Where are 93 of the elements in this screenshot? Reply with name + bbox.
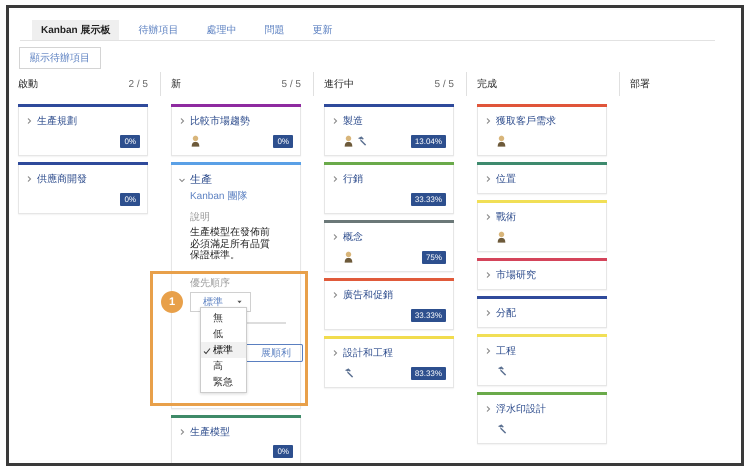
chevron-right-icon[interactable] (331, 291, 339, 299)
tab[interactable]: 更新 (303, 20, 342, 40)
chevron-right-icon[interactable] (178, 117, 186, 125)
description-text: 生產模型在發佈前必須滿足所有品質保證標準。 (190, 227, 271, 262)
card[interactable]: 浮水印設計 (477, 392, 607, 444)
column-count: 2 / 5 (128, 78, 148, 90)
card[interactable]: 位置 (477, 162, 607, 194)
card-title[interactable]: 製造 (343, 114, 363, 128)
card-title[interactable]: 供應商開發 (37, 172, 87, 186)
column-title: 進行中 (324, 78, 354, 91)
tab[interactable]: 問題 (255, 20, 294, 40)
card[interactable]: 供應商開發 0% (18, 162, 148, 214)
hammer-icon (496, 365, 507, 377)
chevron-right-icon[interactable] (25, 117, 33, 125)
card-title[interactable]: 比較市場趨勢 (190, 114, 250, 128)
card[interactable]: 市場研究 (477, 258, 607, 290)
progress-badge: 83.33% (410, 366, 446, 380)
card[interactable]: 行銷 33.33% (324, 162, 454, 214)
show-backlog-button[interactable]: 顯示待辦項目 (19, 47, 101, 69)
progress-badge: 33.33% (410, 308, 446, 322)
card-title[interactable]: 行銷 (343, 172, 363, 186)
card-title[interactable]: 生產 (190, 172, 212, 187)
check-icon (203, 346, 211, 354)
description-label: 說明 (190, 210, 211, 224)
card[interactable]: 生產模型 0% (171, 414, 301, 463)
progress-badge: 75% (422, 250, 446, 264)
chevron-down-icon[interactable] (178, 176, 186, 184)
chevron-right-icon[interactable] (484, 405, 492, 413)
column-title: 部署 (630, 78, 650, 91)
hammer-icon (496, 423, 507, 435)
priority-label: 優先順序 (190, 276, 230, 290)
card[interactable]: 分配 (477, 296, 607, 328)
hammer-icon (356, 135, 367, 147)
person-icon (343, 135, 354, 147)
card-title[interactable]: 位置 (496, 172, 516, 186)
card[interactable]: 生產規劃 0% (18, 104, 148, 156)
progress-badge: 0% (273, 445, 293, 458)
chevron-right-icon[interactable] (25, 175, 33, 183)
callout-badge: 1 (161, 291, 183, 313)
chevron-right-icon[interactable] (484, 309, 492, 317)
hammer-icon (343, 367, 354, 379)
chevron-right-icon[interactable] (484, 175, 492, 183)
tab[interactable]: Kanban 展示板 (32, 20, 120, 40)
card-title[interactable]: 生產模型 (190, 424, 230, 438)
card-title[interactable]: 獲取客戶需求 (496, 114, 556, 128)
card-title[interactable]: 設計和工程 (343, 346, 393, 360)
column-count: 5 / 5 (282, 78, 301, 90)
person-icon (496, 231, 507, 243)
card-title[interactable]: 概念 (343, 230, 363, 244)
card[interactable]: 工程 (477, 334, 607, 386)
card[interactable]: 戰術 (477, 200, 607, 252)
progress-badge: 0% (120, 134, 140, 148)
person-icon (496, 135, 507, 147)
column-title: 啟動 (18, 78, 38, 91)
chevron-right-icon[interactable] (484, 347, 492, 355)
chevron-right-icon[interactable] (484, 271, 492, 279)
team-link[interactable]: Kanban 團隊 (190, 189, 293, 203)
tab[interactable]: 待辦項目 (129, 20, 188, 40)
card[interactable]: 設計和工程 83.33% (324, 336, 454, 388)
card[interactable]: 製造 13.04% (324, 104, 454, 156)
column-count: 5 / 5 (434, 78, 454, 90)
menu-option[interactable]: 無 (201, 310, 246, 326)
column-title: 完成 (477, 78, 497, 91)
card-title[interactable]: 戰術 (496, 210, 516, 224)
person-icon (343, 251, 354, 263)
chevron-right-icon[interactable] (331, 233, 339, 241)
progress-badge: 0% (273, 134, 293, 148)
chevron-right-icon[interactable] (484, 213, 492, 221)
card-title[interactable]: 生產規劃 (37, 114, 77, 128)
chevron-right-icon[interactable] (178, 428, 186, 436)
caret-icon (237, 300, 242, 304)
chevron-right-icon[interactable] (331, 175, 339, 183)
card-title[interactable]: 分配 (496, 306, 516, 320)
menu-option[interactable]: 標準 (201, 342, 246, 358)
person-icon (190, 135, 201, 147)
menu-option[interactable]: 緊急 (201, 374, 246, 390)
card-title[interactable]: 浮水印設計 (496, 402, 546, 416)
card-title[interactable]: 工程 (496, 344, 516, 358)
progress-badge: 33.33% (410, 192, 446, 206)
menu-option[interactable]: 低 (201, 326, 246, 342)
card[interactable]: 廣告和促銷 33.33% (324, 278, 454, 330)
card[interactable]: 概念 75% (324, 220, 454, 272)
column-title: 新 (171, 78, 181, 91)
tab[interactable]: 處理中 (197, 20, 246, 40)
progress-badge: 13.04% (410, 134, 446, 148)
card-title[interactable]: 市場研究 (496, 268, 536, 282)
chevron-right-icon[interactable] (331, 117, 339, 125)
card[interactable]: 比較市場趨勢 0% (171, 104, 301, 156)
card-title[interactable]: 廣告和促銷 (343, 288, 393, 302)
progress-badge: 0% (120, 192, 140, 206)
chevron-right-icon[interactable] (331, 349, 339, 357)
chevron-right-icon[interactable] (484, 117, 492, 125)
card[interactable]: 獲取客戶需求 (477, 104, 607, 156)
